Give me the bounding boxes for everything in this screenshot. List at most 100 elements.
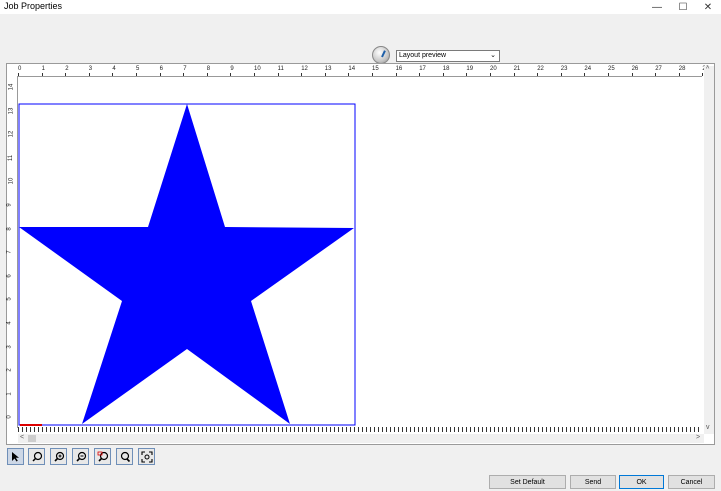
ruler-top-tick bbox=[65, 73, 67, 76]
ruler-top-tick bbox=[183, 73, 185, 76]
ruler-top-tick bbox=[372, 73, 373, 76]
ruler-top-label: 25 bbox=[608, 66, 615, 72]
ruler-top-label: 14 bbox=[348, 66, 356, 72]
ruler-top-tick bbox=[159, 73, 161, 76]
cancel-button[interactable]: Cancel bbox=[668, 475, 715, 489]
ruler-top-label: 28 bbox=[678, 66, 686, 72]
ruler-left-label: 0 bbox=[6, 415, 13, 420]
zoom-to-selection-button[interactable] bbox=[94, 448, 111, 465]
select-tool-button[interactable] bbox=[7, 448, 24, 465]
scroll-right-arrow[interactable]: > bbox=[696, 434, 700, 441]
ruler-top-tick bbox=[678, 73, 680, 76]
ruler-top-tick bbox=[419, 73, 421, 76]
ruler-top-tick bbox=[88, 73, 90, 76]
scroll-thumb[interactable] bbox=[28, 435, 36, 442]
ruler-top-label: 26 bbox=[631, 66, 639, 72]
ruler-left-label: 12 bbox=[8, 130, 15, 138]
ruler-left-label: 3 bbox=[6, 344, 13, 349]
preview-mode-select[interactable]: Layout preview ⌄ bbox=[396, 50, 500, 62]
zoom-out-button[interactable] bbox=[72, 448, 89, 465]
ruler-left-label: 9 bbox=[6, 203, 13, 207]
preview-canvas[interactable] bbox=[18, 77, 702, 427]
ruler-top-tick bbox=[395, 73, 397, 76]
ruler-top-tick bbox=[254, 73, 255, 76]
zoom-page-button[interactable] bbox=[116, 448, 133, 465]
ruler-top-tick bbox=[301, 73, 303, 76]
close-button[interactable]: ✕ bbox=[695, 0, 721, 14]
ruler-top-tick bbox=[112, 73, 114, 76]
ruler-top-tick bbox=[277, 73, 279, 76]
ruler-left-label: 4 bbox=[6, 321, 13, 325]
preview-toolbar bbox=[0, 14, 721, 64]
ruler-top-label: 2 bbox=[65, 66, 69, 72]
ruler-top-tick bbox=[537, 73, 539, 76]
ruler-top-tick bbox=[324, 73, 326, 76]
maximize-button[interactable]: ☐ bbox=[670, 0, 696, 14]
ruler-top-tick bbox=[230, 73, 232, 76]
scroll-down-arrow[interactable]: v bbox=[706, 424, 710, 431]
ruler-top-label: 13 bbox=[324, 66, 332, 72]
ruler-left-label: 1 bbox=[6, 392, 13, 396]
ruler-top-tick bbox=[513, 73, 515, 76]
scroll-left-arrow[interactable]: < bbox=[20, 434, 24, 441]
minimize-button[interactable]: — bbox=[644, 0, 670, 14]
ruler-top-label: 0 bbox=[18, 66, 22, 72]
ruler-top-label: 8 bbox=[206, 66, 211, 72]
chevron-down-icon: ⌄ bbox=[490, 52, 496, 59]
zoom-selection-icon bbox=[97, 451, 108, 462]
set-default-button[interactable]: Set Default bbox=[489, 475, 566, 489]
title-bar: Job Properties — ☐ ✕ bbox=[0, 0, 721, 14]
ruler-top-label: 24 bbox=[584, 66, 592, 72]
ruler-top-label: 6 bbox=[159, 66, 163, 72]
ruler-left-label: 13 bbox=[8, 107, 15, 114]
ruler-top-label: 17 bbox=[419, 66, 426, 72]
scroll-up-arrow[interactable]: ^ bbox=[706, 66, 709, 73]
ruler-top-tick bbox=[136, 73, 137, 76]
ruler-top-tick bbox=[348, 73, 350, 76]
clock-icon[interactable] bbox=[372, 46, 390, 64]
ruler-top-label: 20 bbox=[490, 66, 497, 72]
ruler-top-label: 1 bbox=[41, 66, 45, 72]
zoom-out-icon bbox=[75, 451, 86, 462]
ruler-top-label: 21 bbox=[513, 66, 521, 72]
ok-button[interactable]: OK bbox=[619, 475, 664, 489]
ruler-left-label: 8 bbox=[6, 226, 13, 231]
ruler-top-tick bbox=[655, 73, 657, 76]
arrow-pointer-icon bbox=[12, 452, 19, 462]
ruler-left-label: 14 bbox=[8, 83, 15, 91]
ruler-top-label: 10 bbox=[254, 66, 261, 72]
ruler-top: 0 1 2 3 4 5 6 7 8 9 10 11 12 13 14 15 16 17 18 19 20 21 22 23 24… bbox=[10, 66, 709, 77]
ruler-left-label: 7 bbox=[6, 250, 13, 254]
fit-window-icon bbox=[140, 450, 153, 463]
ruler-top-tick bbox=[41, 73, 43, 76]
horizontal-scrollbar[interactable]: < > bbox=[18, 434, 704, 443]
ruler-top-tick bbox=[608, 73, 609, 76]
ruler-top-label: 19 bbox=[466, 66, 474, 72]
ruler-top-label: 12 bbox=[301, 66, 308, 72]
ruler-top-label: 3 bbox=[88, 66, 93, 72]
ruler-top-label: 22 bbox=[537, 66, 544, 72]
ruler-top-label: 4 bbox=[112, 66, 116, 72]
ruler-top-label: 15 bbox=[372, 66, 379, 72]
ruler-top-tick bbox=[206, 73, 208, 76]
ruler-top-label: 27 bbox=[655, 66, 662, 72]
ruler-left-label: 5 bbox=[6, 297, 13, 302]
ruler-top-tick bbox=[560, 73, 562, 76]
ruler-left: 14 13 12 11 10 9 8 7 6 5 4 3 2 1 0 bbox=[7, 76, 18, 428]
window-title: Job Properties bbox=[4, 1, 63, 11]
ruler-top-label: 23 bbox=[560, 66, 568, 72]
hand-zoom-icon bbox=[31, 451, 42, 462]
zoom-page-icon bbox=[120, 451, 130, 462]
star-shape[interactable] bbox=[19, 104, 354, 424]
ruler-top-label: 16 bbox=[395, 66, 403, 72]
zoom-in-button[interactable] bbox=[50, 448, 67, 465]
vertical-scrollbar[interactable]: ^ v bbox=[704, 66, 714, 434]
ruler-left-label: 11 bbox=[8, 154, 15, 161]
send-button[interactable]: Send bbox=[570, 475, 616, 489]
bottom-tick-strip bbox=[18, 427, 702, 432]
ruler-top-label: 18 bbox=[442, 66, 450, 72]
ruler-top-tick bbox=[466, 73, 468, 76]
fit-to-window-button[interactable] bbox=[138, 448, 155, 465]
pan-tool-button[interactable] bbox=[28, 448, 45, 465]
ruler-top-tick bbox=[584, 73, 586, 76]
